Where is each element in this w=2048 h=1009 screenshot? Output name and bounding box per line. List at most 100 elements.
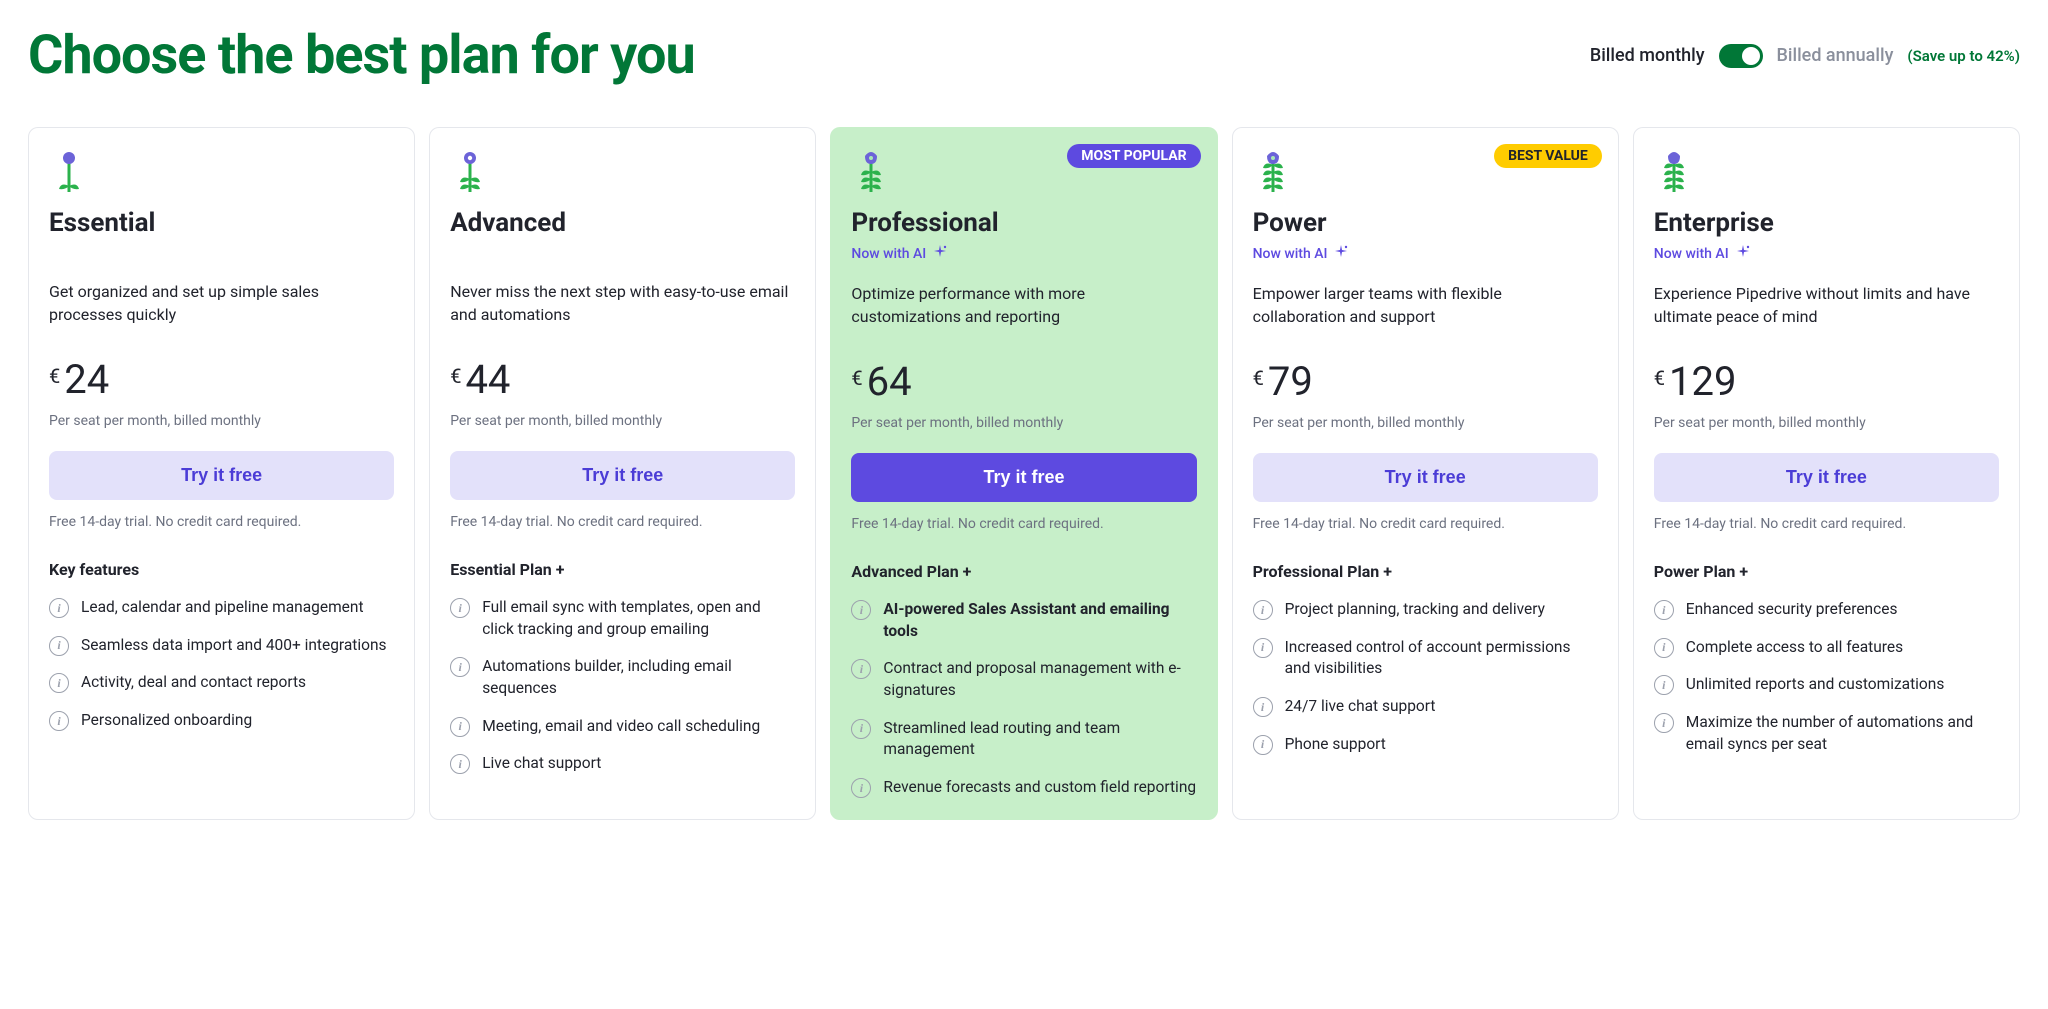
info-icon[interactable]: i [49,636,69,656]
features-list: i Lead, calendar and pipeline management… [49,597,394,732]
save-note: (Save up to 42%) [1907,47,2020,65]
features-list: i AI-powered Sales Assistant and emailin… [851,599,1196,799]
trial-note: Free 14-day trial. No credit card requir… [49,514,394,530]
try-free-button[interactable]: Try it free [851,453,1196,502]
price-amount: 24 [64,356,109,403]
info-icon[interactable]: i [49,673,69,693]
feature-text: Maximize the number of automations and e… [1686,712,1999,755]
feature-item: i Increased control of account permissio… [1253,637,1598,680]
sparkle-icon [1735,244,1751,264]
price-row: € 129 [1654,358,1999,405]
feature-text: 24/7 live chat support [1285,696,1436,718]
info-icon[interactable]: i [1654,638,1674,658]
features-heading: Professional Plan + [1253,562,1598,581]
info-icon[interactable]: i [1654,600,1674,620]
info-icon[interactable]: i [450,754,470,774]
try-free-button[interactable]: Try it free [1654,453,1999,502]
plan-card-essential: Essential . Get organized and set up sim… [28,127,415,820]
feature-item: i Automations builder, including email s… [450,656,795,699]
billed-monthly-label[interactable]: Billed monthly [1590,45,1705,66]
ai-note: Now with AI [1253,244,1598,264]
feature-item: i Maximize the number of automations and… [1654,712,1999,755]
info-icon[interactable]: i [1253,735,1273,755]
currency-symbol: € [851,366,862,390]
trial-note: Free 14-day trial. No credit card requir… [1253,516,1598,532]
info-icon[interactable]: i [1253,600,1273,620]
billing-toggle-group: Billed monthly Billed annually (Save up … [1590,44,2020,68]
feature-item: i Enhanced security preferences [1654,599,1999,621]
info-icon[interactable]: i [851,600,871,620]
feature-item: i 24/7 live chat support [1253,696,1598,718]
info-icon[interactable]: i [1253,697,1273,717]
price-row: € 24 [49,356,394,403]
ai-note: Now with AI [851,244,1196,264]
feature-item: i Revenue forecasts and custom field rep… [851,777,1196,799]
info-icon[interactable]: i [1253,638,1273,658]
price-row: € 44 [450,356,795,403]
price-amount: 79 [1268,358,1313,405]
plan-description: Optimize performance with more customiza… [851,282,1196,332]
feature-item: i Project planning, tracking and deliver… [1253,599,1598,621]
plan-icon [450,150,795,194]
info-icon[interactable]: i [450,598,470,618]
price-row: € 79 [1253,358,1598,405]
feature-text: Streamlined lead routing and team manage… [883,718,1196,761]
features-list: i Full email sync with templates, open a… [450,597,795,775]
feature-text: Unlimited reports and customizations [1686,674,1945,696]
plan-card-advanced: Advanced . Never miss the next step with… [429,127,816,820]
price-sub: Per seat per month, billed monthly [1654,415,1999,431]
info-icon[interactable]: i [851,719,871,739]
badge-value: BEST VALUE [1494,144,1602,168]
info-icon[interactable]: i [1654,675,1674,695]
plan-card-professional: MOST POPULAR Professional Now with AI Op… [830,127,1217,820]
billed-annually-label[interactable]: Billed annually [1777,45,1894,66]
info-icon[interactable]: i [49,711,69,731]
price-amount: 44 [465,356,510,403]
feature-text: Activity, deal and contact reports [81,672,306,694]
feature-item: i Personalized onboarding [49,710,394,732]
billing-toggle[interactable] [1719,44,1763,68]
price-sub: Per seat per month, billed monthly [851,415,1196,431]
feature-text: AI-powered Sales Assistant and emailing … [883,599,1196,642]
currency-symbol: € [49,364,60,388]
plan-description: Empower larger teams with flexible colla… [1253,282,1598,332]
feature-item: i Live chat support [450,753,795,775]
price-row: € 64 [851,358,1196,405]
feature-item: i Complete access to all features [1654,637,1999,659]
info-icon[interactable]: i [49,598,69,618]
feature-item: i Meeting, email and video call scheduli… [450,716,795,738]
features-heading: Advanced Plan + [851,562,1196,581]
feature-item: i Activity, deal and contact reports [49,672,394,694]
features-heading: Key features [49,560,394,579]
feature-item: i AI-powered Sales Assistant and emailin… [851,599,1196,642]
plan-icon [49,150,394,194]
features-heading: Power Plan + [1654,562,1999,581]
feature-item: i Lead, calendar and pipeline management [49,597,394,619]
price-sub: Per seat per month, billed monthly [49,413,394,429]
plans-grid: Essential . Get organized and set up sim… [28,127,2020,820]
info-icon[interactable]: i [450,657,470,677]
feature-item: i Seamless data import and 400+ integrat… [49,635,394,657]
currency-symbol: € [450,364,461,388]
feature-text: Live chat support [482,753,601,775]
info-icon[interactable]: i [851,659,871,679]
feature-text: Enhanced security preferences [1686,599,1898,621]
plan-name: Advanced [450,208,795,238]
feature-text: Project planning, tracking and delivery [1285,599,1545,621]
price-sub: Per seat per month, billed monthly [1253,415,1598,431]
plan-card-enterprise: Enterprise Now with AI Experience Pipedr… [1633,127,2020,820]
info-icon[interactable]: i [450,717,470,737]
plan-name: Power [1253,208,1598,238]
try-free-button[interactable]: Try it free [1253,453,1598,502]
info-icon[interactable]: i [1654,713,1674,733]
info-icon[interactable]: i [851,778,871,798]
feature-item: i Full email sync with templates, open a… [450,597,795,640]
try-free-button[interactable]: Try it free [49,451,394,500]
feature-text: Lead, calendar and pipeline management [81,597,364,619]
page-title: Choose the best plan for you [28,24,695,87]
feature-item: i Unlimited reports and customizations [1654,674,1999,696]
try-free-button[interactable]: Try it free [450,451,795,500]
plan-icon [1654,150,1999,194]
features-list: i Enhanced security preferences i Comple… [1654,599,1999,755]
plan-description: Experience Pipedrive without limits and … [1654,282,1999,332]
